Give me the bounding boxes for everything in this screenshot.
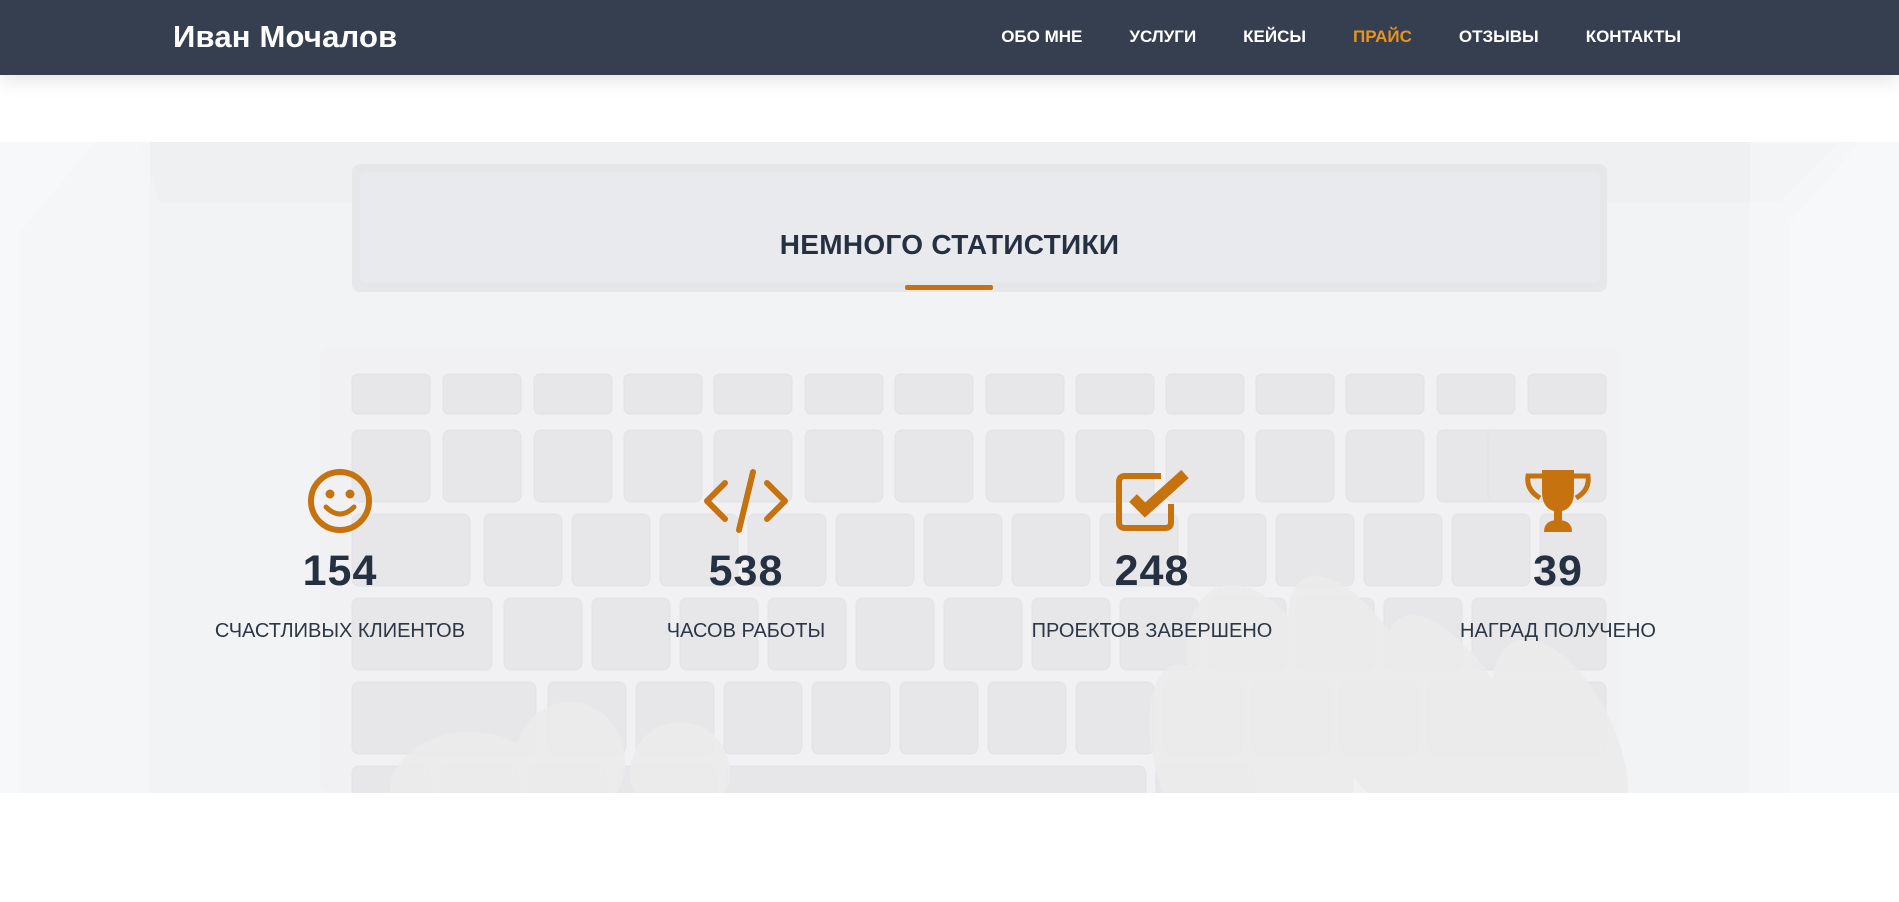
brand-logo[interactable]: Иван Мочалов <box>173 19 397 55</box>
nav-item-services[interactable]: УСЛУГИ <box>1129 27 1196 47</box>
stat-label: НАГРАД ПОЛУЧЕНО <box>1460 620 1656 642</box>
stat-label: ПРОЕКТОВ ЗАВЕРШЕНО <box>1031 620 1273 642</box>
trophy-icon <box>1398 467 1718 535</box>
navbar: Иван Мочалов ОБО МНЕ УСЛУГИ КЕЙСЫ ПРАЙС … <box>0 0 1899 75</box>
nav-item-contacts[interactable]: КОНТАКТЫ <box>1586 27 1681 47</box>
stat-awards: 39 НАГРАД ПОЛУЧЕНО <box>1398 467 1718 643</box>
nav-item-pricing[interactable]: ПРАЙС <box>1353 27 1412 47</box>
stat-projects-done: 248 ПРОЕКТОВ ЗАВЕРШЕНО <box>992 467 1312 643</box>
checkbox-icon <box>992 467 1312 535</box>
stat-label: СЧАСТЛИВЫХ КЛИЕНТОВ <box>214 620 466 642</box>
stat-value: 538 <box>708 547 784 595</box>
stat-work-hours: 538 ЧАСОВ РАБОТЫ <box>586 467 906 643</box>
stat-value: 154 <box>302 547 378 595</box>
stat-value: 39 <box>1533 547 1583 595</box>
stats-section: НЕМНОГО СТАТИСТИКИ 154 СЧАСТЛИВЫХ КЛИЕНТ… <box>0 142 1899 793</box>
nav-item-reviews[interactable]: ОТЗЫВЫ <box>1459 27 1539 47</box>
stat-value: 248 <box>1114 547 1190 595</box>
code-icon <box>586 467 906 535</box>
main-nav: ОБО МНЕ УСЛУГИ КЕЙСЫ ПРАЙС ОТЗЫВЫ КОНТАК… <box>954 27 1681 47</box>
nav-item-about[interactable]: ОБО МНЕ <box>1001 27 1082 47</box>
nav-item-cases[interactable]: КЕЙСЫ <box>1243 27 1306 47</box>
title-underline <box>905 285 993 290</box>
section-title: НЕМНОГО СТАТИСТИКИ <box>779 229 1120 260</box>
stat-label: ЧАСОВ РАБОТЫ <box>666 620 826 642</box>
stat-happy-clients: 154 СЧАСТЛИВЫХ КЛИЕНТОВ <box>180 467 500 643</box>
smile-icon <box>180 467 500 535</box>
